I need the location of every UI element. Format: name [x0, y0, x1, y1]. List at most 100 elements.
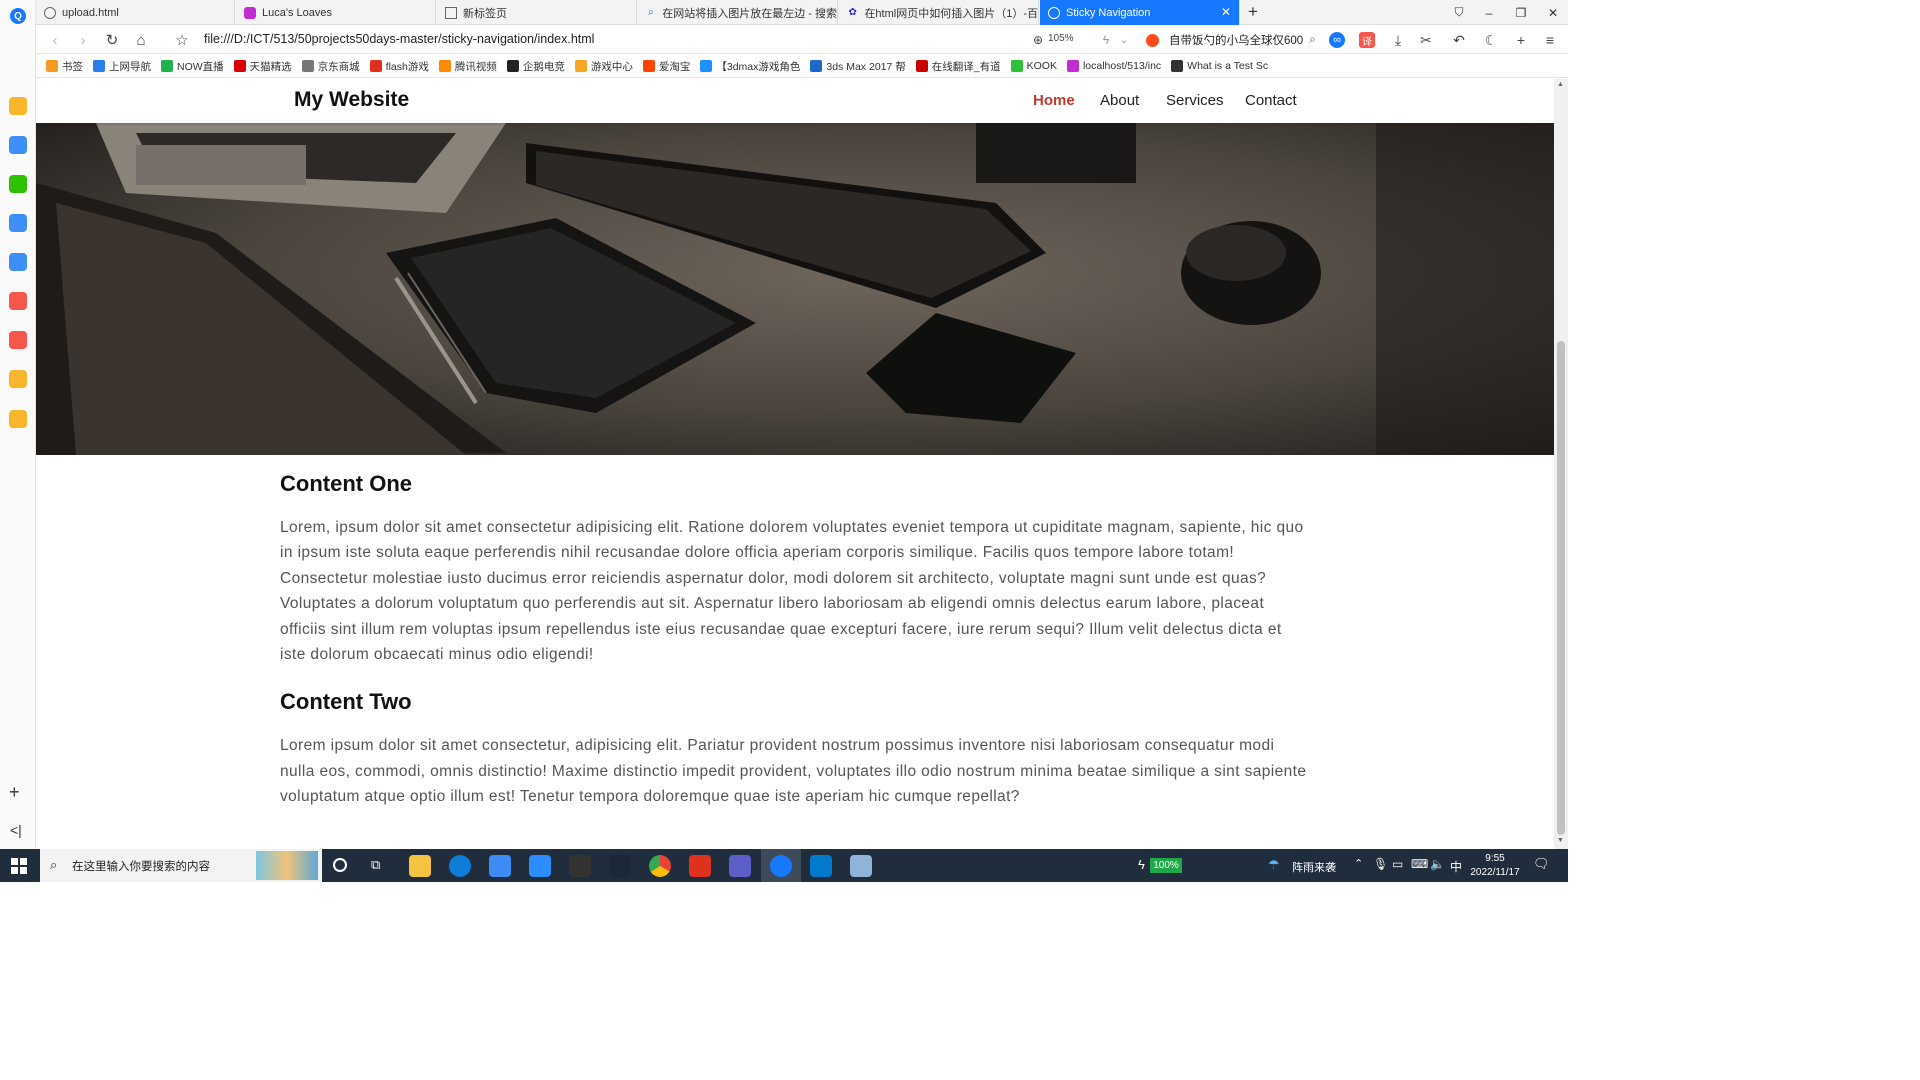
- notes-icon[interactable]: [9, 410, 27, 428]
- vscode-icon[interactable]: [810, 855, 832, 877]
- teams-icon[interactable]: [729, 855, 751, 877]
- reload-icon[interactable]: ↻: [101, 29, 123, 51]
- tab-sticky-navigation[interactable]: Sticky Navigation ✕: [1040, 0, 1240, 25]
- notepad-icon[interactable]: [850, 855, 872, 877]
- browser-logo-icon[interactable]: Q: [10, 8, 26, 24]
- minimize-icon[interactable]: –: [1474, 0, 1504, 25]
- wechat-icon[interactable]: [9, 175, 27, 193]
- chevron-up-icon[interactable]: ⌃: [1354, 857, 1363, 870]
- night-mode-icon[interactable]: ☾: [1481, 30, 1501, 50]
- bookmark-star-icon[interactable]: ☆: [171, 29, 193, 51]
- bookmark-item[interactable]: 天猫精选: [233, 59, 292, 74]
- bookmark-item[interactable]: 爱淘宝: [642, 59, 690, 74]
- bookmark-item[interactable]: flash游戏: [369, 59, 429, 74]
- weather-icon[interactable]: ☂: [1268, 857, 1280, 873]
- nav-link-about[interactable]: About: [1100, 92, 1139, 109]
- zoom-icon[interactable]: ⊕: [1028, 30, 1048, 50]
- bookmark-item[interactable]: NOW直播: [161, 59, 224, 74]
- ime-indicator[interactable]: 中: [1450, 858, 1462, 875]
- add-panel-icon[interactable]: +: [9, 782, 20, 803]
- pdf-icon[interactable]: [9, 331, 27, 349]
- screenshot-icon[interactable]: [9, 292, 27, 310]
- site-logo[interactable]: My Website: [294, 88, 409, 112]
- windows-start-icon[interactable]: [11, 858, 27, 874]
- undo-icon[interactable]: ↶: [1449, 30, 1469, 50]
- bookmark-item[interactable]: 腾讯视频: [438, 59, 497, 74]
- back-icon[interactable]: ‹: [44, 29, 66, 51]
- tools-icon[interactable]: ✂: [1416, 30, 1436, 50]
- history-icon[interactable]: [9, 136, 27, 154]
- wps-icon[interactable]: [689, 855, 711, 877]
- menu-icon[interactable]: ≡: [1540, 30, 1560, 50]
- search-input[interactable]: 自带饭勺的小乌全球仅600 ⌕: [1146, 30, 1321, 50]
- notification-icon[interactable]: 🗨: [1533, 856, 1550, 872]
- nav-link-services[interactable]: Services: [1166, 92, 1224, 109]
- cloud-icon[interactable]: [9, 253, 27, 271]
- volume-icon[interactable]: 🔈: [1430, 857, 1445, 871]
- add-icon[interactable]: +: [1511, 30, 1531, 50]
- taskbar-search-input[interactable]: ⌕ 在这里输入你要搜索的内容: [40, 849, 322, 882]
- bookmark-item[interactable]: 书签: [46, 59, 83, 74]
- battery-indicator[interactable]: 100%: [1150, 858, 1182, 873]
- restore-icon[interactable]: ❐: [1506, 0, 1536, 25]
- chevron-down-icon[interactable]: ⌄: [1114, 30, 1134, 50]
- scrollbar-thumb[interactable]: [1557, 341, 1565, 835]
- tab-lucas-loaves[interactable]: Luca's Loaves: [236, 0, 436, 25]
- store-icon[interactable]: [489, 855, 511, 877]
- search-tool-icon[interactable]: [9, 370, 27, 388]
- cortana-icon[interactable]: [333, 858, 347, 872]
- steam-icon[interactable]: [609, 855, 631, 877]
- favorites-icon[interactable]: [9, 97, 27, 115]
- file-explorer-icon[interactable]: [409, 855, 431, 877]
- microphone-icon[interactable]: 🎙: [1373, 857, 1388, 871]
- translate-icon[interactable]: [9, 214, 27, 232]
- bookmark-item[interactable]: 在线翻译_有道: [915, 59, 1001, 74]
- chrome-icon[interactable]: [649, 855, 671, 877]
- bookmark-item[interactable]: 京东商城: [301, 59, 360, 74]
- bookmark-item[interactable]: 企鹅电竞: [506, 59, 565, 74]
- search-icon: ⌕: [648, 7, 654, 18]
- weather-text[interactable]: 阵雨来袭: [1292, 859, 1336, 875]
- bookmark-item[interactable]: KOOK: [1010, 60, 1057, 72]
- url-field[interactable]: file:///D:/ICT/513/50projects50days-mast…: [204, 32, 594, 46]
- tray-icon[interactable]: ▭: [1392, 857, 1403, 871]
- nav-link-home[interactable]: Home: [1033, 92, 1075, 109]
- game-app-icon[interactable]: [569, 855, 591, 877]
- qq-browser-icon[interactable]: [770, 855, 792, 877]
- scroll-down-arrow[interactable]: ▼: [1557, 837, 1564, 844]
- download-icon[interactable]: ⤓: [1388, 30, 1408, 50]
- tab-new-tab[interactable]: 新标签页: [437, 0, 637, 25]
- bookmark-item[interactable]: 游戏中心: [574, 59, 633, 74]
- tab-search[interactable]: ⌕ 在网站将插入图片放在最左边 - 搜索: [638, 0, 838, 25]
- zoom-level[interactable]: 105%: [1048, 33, 1074, 44]
- tab-manager-icon[interactable]: ⛉: [1444, 0, 1474, 25]
- search-icon[interactable]: ⌕: [1309, 34, 1315, 47]
- tab-baidu[interactable]: ✿ 在html网页中如何插入图片（1）-百: [839, 0, 1039, 25]
- bookmark-item[interactable]: 3ds Max 2017 帮: [810, 59, 906, 74]
- nav-link-contact[interactable]: Contact: [1245, 92, 1297, 109]
- collapse-panel-icon[interactable]: <|: [10, 822, 22, 838]
- forward-icon[interactable]: ›: [72, 29, 94, 51]
- infinity-icon[interactable]: ∞: [1329, 32, 1345, 48]
- page-scrollbar[interactable]: ▲ ▼: [1554, 79, 1568, 849]
- edge-icon[interactable]: [449, 855, 471, 877]
- close-tab-icon[interactable]: ✕: [1221, 5, 1231, 19]
- new-tab-button[interactable]: +: [1248, 2, 1258, 22]
- zoom-app-icon[interactable]: [529, 855, 551, 877]
- charging-icon: ϟ: [1138, 857, 1145, 872]
- home-icon[interactable]: ⌂: [130, 29, 152, 51]
- lightning-icon[interactable]: ϟ: [1096, 30, 1116, 50]
- network-icon[interactable]: ⌨: [1411, 857, 1428, 871]
- bookmark-item[interactable]: 【3dmax游戏角色: [700, 59, 800, 74]
- bookmark-item[interactable]: 上网导航: [93, 59, 151, 74]
- bookmark-favicon-icon: [700, 60, 713, 72]
- tab-upload[interactable]: upload.html: [36, 0, 235, 25]
- scroll-up-arrow[interactable]: ▲: [1557, 81, 1564, 88]
- bookmark-label: 【3dmax游戏角色: [716, 60, 801, 73]
- system-clock[interactable]: 9:55 2022/11/17: [1462, 852, 1528, 880]
- bookmark-item[interactable]: localhost/513/inc: [1066, 60, 1161, 72]
- translate-ext-icon[interactable]: 译: [1359, 32, 1375, 48]
- bookmark-item[interactable]: What is a Test Sc: [1171, 60, 1268, 72]
- task-view-icon[interactable]: ⧉: [371, 857, 380, 873]
- close-window-icon[interactable]: ✕: [1538, 0, 1568, 25]
